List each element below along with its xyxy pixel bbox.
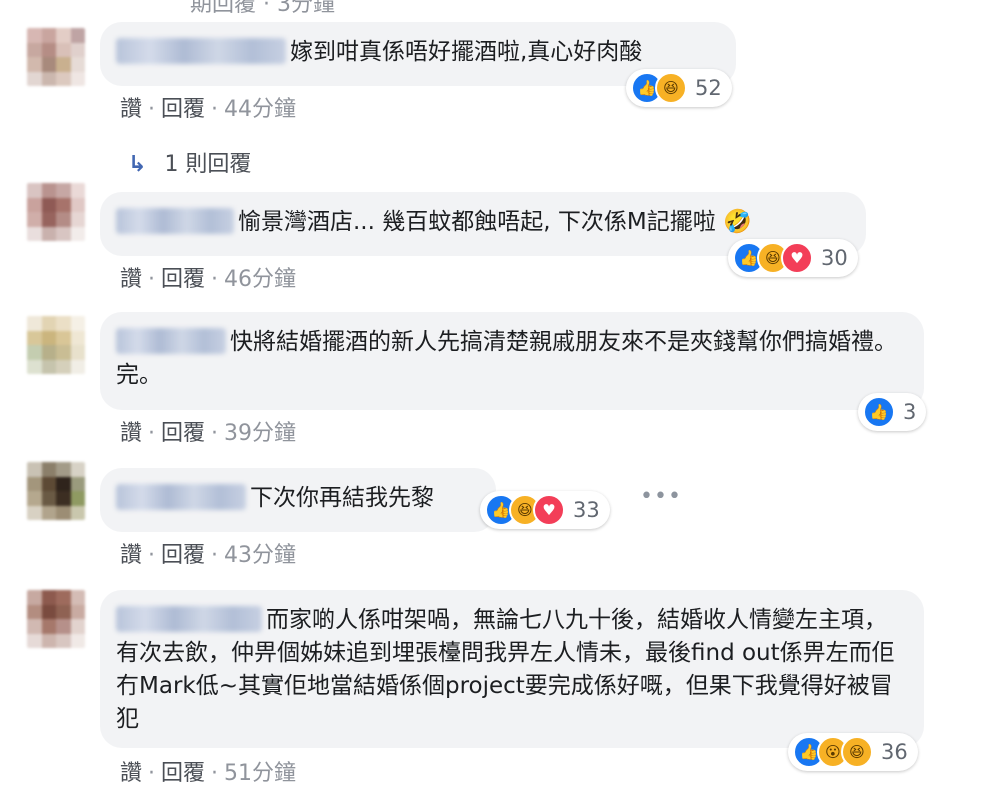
comment-actions: 讚 · 回覆 · 51分鐘 — [120, 761, 297, 786]
avatar[interactable] — [27, 28, 85, 86]
previous-comment-meta: 期回覆 · 3分鐘 — [190, 0, 335, 17]
reply-button[interactable]: 回覆 — [161, 543, 205, 568]
comment-time[interactable]: 43分鐘 — [224, 543, 296, 568]
comment-time[interactable]: 46分鐘 — [224, 267, 296, 292]
commenter-name[interactable] — [116, 208, 234, 234]
comment-time[interactable]: 39分鐘 — [224, 421, 296, 446]
comment-bubble: 而家啲人係咁架喎，無論七八九十後，結婚收人情變左主項，有次去飲，仲畀個姊妹追到埋… — [100, 590, 924, 748]
commenter-name[interactable] — [116, 484, 246, 510]
haha-reaction-icon: 😆 — [841, 736, 873, 768]
comment-bubble: 快將結婚擺酒的新人先搞清楚親戚朋友來不是夾錢幫你們搞婚禮。完。 — [100, 312, 924, 410]
commenter-name[interactable] — [116, 38, 286, 64]
reaction-count: 36 — [881, 740, 908, 764]
like-button[interactable]: 讚 — [120, 761, 142, 786]
avatar[interactable] — [27, 316, 85, 374]
reaction-count: 52 — [695, 76, 722, 100]
like-button[interactable]: 讚 — [120, 421, 142, 446]
reply-button[interactable]: 回覆 — [161, 421, 205, 446]
like-button[interactable]: 讚 — [120, 267, 142, 292]
reaction-summary[interactable]: 👍 😆 ♥ 30 — [728, 239, 858, 277]
like-button[interactable]: 讚 — [120, 543, 142, 568]
comment-actions: 讚 · 回覆 · 46分鐘 — [120, 267, 297, 292]
commenter-name[interactable] — [116, 606, 262, 632]
more-options-icon[interactable]: ••• — [640, 484, 682, 509]
avatar[interactable] — [27, 462, 85, 520]
reaction-count: 33 — [573, 498, 600, 522]
reply-button[interactable]: 回覆 — [161, 267, 205, 292]
comment-time[interactable]: 44分鐘 — [224, 97, 296, 122]
reaction-count: 3 — [903, 400, 917, 424]
comment-actions: 讚 · 回覆 · 39分鐘 — [120, 421, 297, 446]
comment-text: 嫁到咁真係唔好擺酒啦,真心好肉酸 — [290, 39, 643, 65]
like-reaction-icon: 👍 — [863, 396, 895, 428]
comment-bubble: 下次你再結我先黎 — [100, 468, 496, 532]
reaction-summary[interactable]: 👍 😮 😆 36 — [788, 733, 918, 771]
love-reaction-icon: ♥ — [781, 242, 813, 274]
view-replies-link[interactable]: ↳ 1 則回覆 — [128, 146, 251, 178]
haha-reaction-icon: 😆 — [655, 72, 687, 104]
comment-time[interactable]: 51分鐘 — [224, 761, 296, 786]
comment-actions: 讚 · 回覆 · 44分鐘 — [120, 97, 297, 122]
reaction-count: 30 — [821, 246, 848, 270]
reaction-summary[interactable]: 👍 3 — [858, 393, 927, 431]
reply-arrow-icon: ↳ — [128, 152, 147, 177]
reply-button[interactable]: 回覆 — [161, 97, 205, 122]
commenter-name[interactable] — [116, 328, 226, 354]
comment-text: 下次你再結我先黎 — [250, 485, 434, 511]
like-button[interactable]: 讚 — [120, 97, 142, 122]
reply-button[interactable]: 回覆 — [161, 761, 205, 786]
reaction-summary[interactable]: 👍 😆 52 — [626, 69, 732, 107]
avatar[interactable] — [27, 590, 85, 648]
view-replies-label: 1 則回覆 — [164, 152, 252, 177]
comment-text: 愉景灣酒店... 幾百蚊都蝕唔起, 下次係M記擺啦 🤣 — [238, 209, 752, 235]
reaction-summary[interactable]: 👍 😆 ♥ 33 — [480, 491, 610, 529]
comment-text: 快將結婚擺酒的新人先搞清楚親戚朋友來不是夾錢幫你們搞婚禮。完。 — [116, 329, 897, 388]
comment-actions: 讚 · 回覆 · 43分鐘 — [120, 543, 297, 568]
love-reaction-icon: ♥ — [533, 494, 565, 526]
avatar[interactable] — [27, 183, 85, 241]
